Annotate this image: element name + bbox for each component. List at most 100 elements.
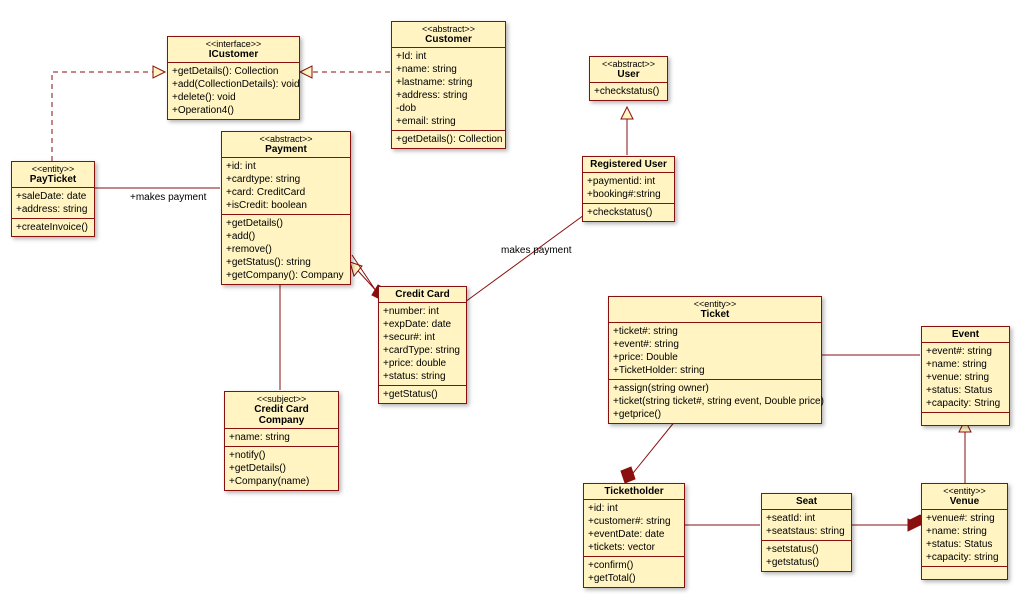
attr: +number: int: [383, 305, 462, 318]
class-name: Credit Card Company: [231, 404, 332, 426]
attr: +address: string: [16, 203, 90, 216]
class-payment: <<abstract>>Payment +id: int +cardtype: …: [221, 131, 351, 285]
attr: +eventDate: date: [588, 528, 680, 541]
attr: +venue: string: [926, 371, 1005, 384]
attr: +capacity: String: [926, 397, 1005, 410]
stereotype: <<abstract>>: [228, 134, 344, 144]
attr: +paymentid: int: [587, 175, 670, 188]
attr: +capacity: string: [926, 551, 1003, 564]
class-name: Seat: [768, 496, 845, 507]
stereotype: <<interface>>: [174, 39, 293, 49]
op: +getStatus(): [383, 388, 462, 401]
op: +add(CollectionDetails): void: [172, 78, 295, 91]
attr: +TicketHolder: string: [613, 364, 817, 377]
op: +createInvoice(): [16, 221, 90, 234]
class-name: Ticket: [615, 309, 815, 320]
attr: +seatId: int: [766, 512, 847, 525]
attr: +lastname: string: [396, 76, 501, 89]
class-registered-user: Registered User +paymentid: int +booking…: [582, 156, 675, 222]
rel-label-makes-payment-1: +makes payment: [130, 192, 206, 203]
class-user: <<abstract>>User +checkstatus(): [589, 56, 668, 101]
attr: +seatstaus: string: [766, 525, 847, 538]
class-seat: Seat +seatId: int +seatstaus: string +se…: [761, 493, 852, 572]
stereotype: <<entity>>: [928, 486, 1001, 496]
attr: +card: CreditCard: [226, 186, 346, 199]
class-name: Venue: [928, 496, 1001, 507]
op: +getCompany(): Company: [226, 269, 346, 282]
op: +getprice(): [613, 408, 817, 421]
op: +getDetails(): [229, 462, 334, 475]
op: +delete(): void: [172, 91, 295, 104]
op: +add(): [226, 230, 346, 243]
attr: +event#: string: [613, 338, 817, 351]
class-name: Payment: [228, 144, 344, 155]
class-venue: <<entity>>Venue +venue#: string +name: s…: [921, 483, 1008, 580]
class-credit-card-company: <<subject>>Credit Card Company +name: st…: [224, 391, 339, 491]
class-ticket: <<entity>>Ticket +ticket#: string +event…: [608, 296, 822, 424]
class-name: Registered User: [589, 159, 668, 170]
op: +Company(name): [229, 475, 334, 488]
stereotype: <<abstract>>: [596, 59, 661, 69]
class-event: Event +event#: string +name: string +ven…: [921, 326, 1010, 426]
attr: +address: string: [396, 89, 501, 102]
stereotype: <<subject>>: [231, 394, 332, 404]
op: +getstatus(): [766, 556, 847, 569]
class-name: Customer: [398, 34, 499, 45]
attr: +venue#: string: [926, 512, 1003, 525]
op: +getDetails(): [226, 217, 346, 230]
op: +setstatus(): [766, 543, 847, 556]
op: +remove(): [226, 243, 346, 256]
op: +notify(): [229, 449, 334, 462]
attr: +booking#:string: [587, 188, 670, 201]
attr: +Id: int: [396, 50, 501, 63]
class-ticketholder: Ticketholder +id: int +customer#: string…: [583, 483, 685, 588]
op: +checkstatus(): [594, 85, 663, 98]
attr: +tickets: vector: [588, 541, 680, 554]
attr: -dob: [396, 102, 501, 115]
class-name: User: [596, 69, 661, 80]
attr: +status: string: [383, 370, 462, 383]
stereotype: <<abstract>>: [398, 24, 499, 34]
op: +getStatus(): string: [226, 256, 346, 269]
attr: +price: Double: [613, 351, 817, 364]
attr: +name: string: [926, 525, 1003, 538]
op: +checkstatus(): [587, 206, 670, 219]
attr: +customer#: string: [588, 515, 680, 528]
attr: +cardType: string: [383, 344, 462, 357]
op: +getDetails(): Collection: [172, 65, 295, 78]
attr: +name: string: [396, 63, 501, 76]
stereotype: <<entity>>: [18, 164, 88, 174]
class-name: ICustomer: [174, 49, 293, 60]
attr: +cardtype: string: [226, 173, 346, 186]
op: +confirm(): [588, 559, 680, 572]
attr: +name: string: [926, 358, 1005, 371]
class-name: Credit Card: [385, 289, 460, 300]
attr: +id: int: [588, 502, 680, 515]
attr: +isCredit: boolean: [226, 199, 346, 212]
attr: +expDate: date: [383, 318, 462, 331]
attr: +event#: string: [926, 345, 1005, 358]
op: +assign(string owner): [613, 382, 817, 395]
attr: +secur#: int: [383, 331, 462, 344]
class-name: PayTicket: [18, 174, 88, 185]
attr: +saleDate: date: [16, 190, 90, 203]
attr: +price: double: [383, 357, 462, 370]
op: +getDetails(): Collection: [396, 133, 501, 146]
op: +ticket(string ticket#, string event, Do…: [613, 395, 817, 408]
class-icustomer: <<interface>>ICustomer +getDetails(): Co…: [167, 36, 300, 120]
class-credit-card: Credit Card +number: int +expDate: date …: [378, 286, 467, 404]
stereotype: <<entity>>: [615, 299, 815, 309]
class-customer: <<abstract>>Customer +Id: int +name: str…: [391, 21, 506, 149]
attr: +name: string: [229, 431, 334, 444]
class-payticket: <<entity>>PayTicket +saleDate: date +add…: [11, 161, 95, 237]
rel-label-makes-payment-2: makes payment: [501, 245, 572, 256]
class-name: Event: [928, 329, 1003, 340]
attr: +status: Status: [926, 384, 1005, 397]
attr: +email: string: [396, 115, 501, 128]
attr: +status: Status: [926, 538, 1003, 551]
class-name: Ticketholder: [590, 486, 678, 497]
attr: +ticket#: string: [613, 325, 817, 338]
op: +getTotal(): [588, 572, 680, 585]
op: +Operation4(): [172, 104, 295, 117]
attr: +id: int: [226, 160, 346, 173]
